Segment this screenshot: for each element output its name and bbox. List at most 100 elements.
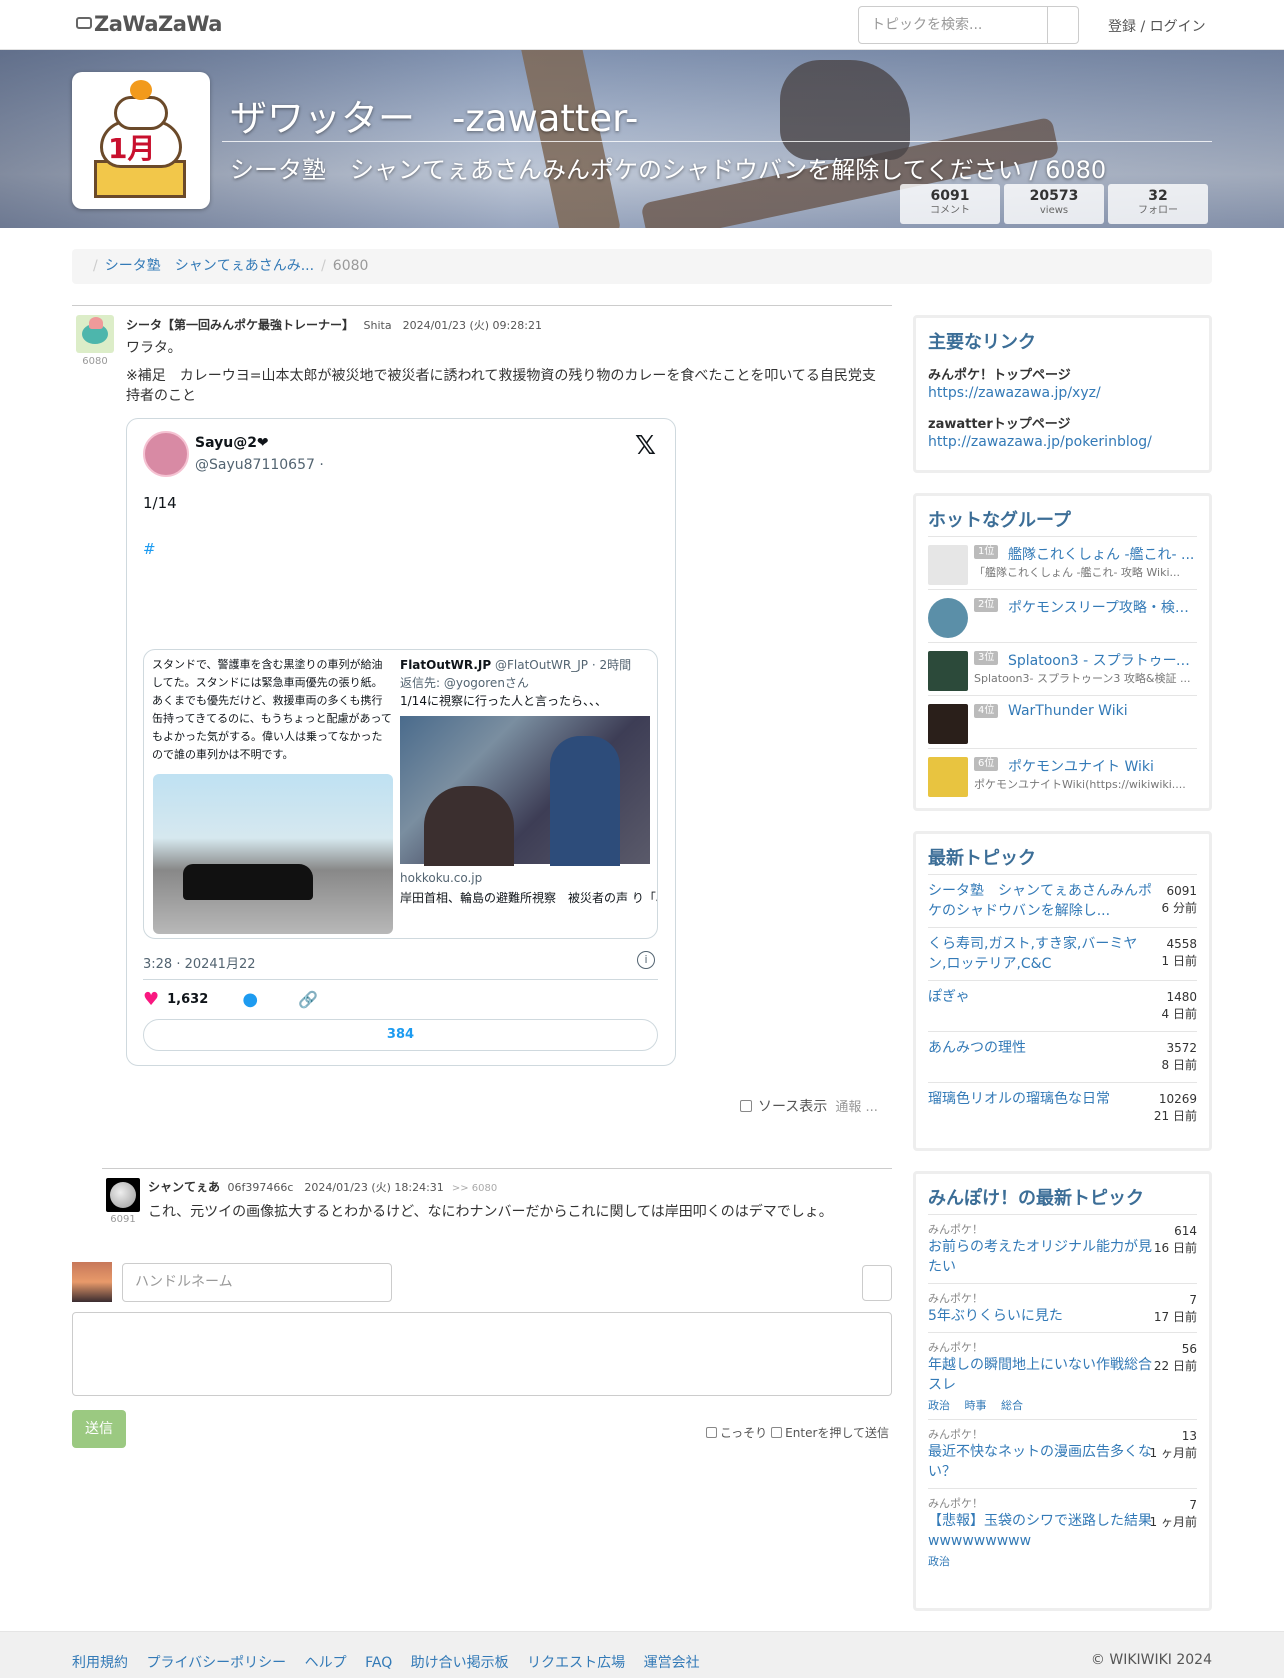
breadcrumb-topic[interactable]: シータ塾 シャンてぇあさんみ... — [105, 258, 314, 274]
search-input[interactable]: トピックを検索... — [858, 6, 1048, 44]
topic-item[interactable]: 瑠璃色リオルの瑠璃色な日常 10269 21 日前 — [928, 1082, 1197, 1133]
stat-value: 6091 — [930, 188, 970, 204]
topic-title[interactable]: ぽぎゃ — [928, 987, 1154, 1007]
enter-send-checkbox[interactable] — [771, 1427, 783, 1438]
form-avatar[interactable] — [72, 1262, 112, 1302]
tweet-hashtag[interactable]: # — [143, 537, 663, 561]
topic-title[interactable]: お前らの考えたオリジナル能力が見たい — [928, 1237, 1154, 1277]
embedded-tweet[interactable]: Sayu@2❤ @Sayu87110657 · 𝕏 1/14 # スタンドで、警… — [126, 418, 676, 1066]
reply-icon[interactable]: ● — [242, 989, 258, 1010]
send-button[interactable]: 送信 — [72, 1410, 126, 1448]
topic-item[interactable]: みんポケ！ 年越しの瞬間地上にいない作戦総合スレ 政治 時事 総合 56 22 日… — [928, 1332, 1197, 1419]
reply-author[interactable]: シャンてぇあ — [148, 1180, 220, 1194]
stealth-label[interactable]: こっそり — [720, 1426, 767, 1440]
stat-follow[interactable]: 32 フォロー — [1108, 184, 1208, 224]
comment-body: ワラタ。 ※補足 カレーウヨ=山本太郎が被災地で被災者に誘われて救援物資の残り物… — [126, 338, 886, 406]
group-name[interactable]: Splatoon3 - スプラトゥーン... — [1008, 650, 1200, 670]
topic-stats: 614 16 日前 — [1154, 1223, 1197, 1257]
comment-textarea[interactable] — [72, 1312, 892, 1396]
quote-left-text: スタンドで、警護車を含む黒塗りの車列が給油してた。スタンドには緊急車両優先の張り… — [152, 658, 392, 761]
stealth-checkbox[interactable] — [706, 1427, 717, 1438]
topic-item[interactable]: みんポケ！ 最近不快なネットの漫画広告多くない？ 13 1 ヶ月前 — [928, 1419, 1197, 1488]
footer-link-help[interactable]: ヘルプ — [305, 1655, 347, 1671]
topic-time: 16 日前 — [1153, 1241, 1197, 1255]
group-item[interactable]: 3位 Splatoon3 - スプラトゥーン... Splatoon3- スプラトゥ… — [928, 642, 1200, 695]
topic-tags[interactable]: 政治 時事 総合 — [928, 1397, 1197, 1413]
group-item[interactable]: 4位 WarThunder Wiki — [928, 695, 1197, 748]
comment-line: ワラタ。 — [126, 340, 182, 356]
group-item[interactable]: 6位 ポケモンユナイト Wiki ポケモンユナイトWiki(https://wiki… — [928, 748, 1197, 801]
group-avatar[interactable]: 1月 — [72, 72, 210, 209]
footer-link-terms[interactable]: 利用規約 — [72, 1655, 128, 1671]
topic-item[interactable]: ぽぎゃ 1480 4 日前 — [928, 980, 1197, 1031]
footer-link-request[interactable]: リクエスト広場 — [527, 1655, 625, 1671]
group-name[interactable]: ポケモンユナイト Wiki — [1008, 756, 1200, 776]
topic-item[interactable]: くら寿司,ガスト,すき家,バーミヤン,ロッテリア,C&C 4558 1 日前 — [928, 927, 1197, 980]
tweet-author-name[interactable]: Sayu@2❤ — [195, 435, 269, 451]
handle-name-input[interactable]: ハンドルネーム — [122, 1263, 392, 1302]
comment-count: 13 — [1181, 1429, 1197, 1443]
topic-stats: 13 1 ヶ月前 — [1150, 1428, 1197, 1462]
footer-link-faq[interactable]: FAQ — [365, 1655, 392, 1671]
topic-title[interactable]: 【悲報】玉袋のシワで迷路した結果wwwwwwwww — [928, 1511, 1154, 1551]
heart-icon[interactable]: ♥ — [143, 989, 159, 1010]
site-logo[interactable]: ZaWaZaWa — [76, 12, 222, 36]
rank-badge: 1位 — [974, 545, 999, 559]
topic-item[interactable]: みんポケ！ 【悲報】玉袋のシワで迷路した結果wwwwwwwww 政治 7 1 ヶ月… — [928, 1488, 1197, 1575]
footer-link-privacy[interactable]: プライバシーポリシー — [146, 1655, 286, 1671]
group-item[interactable]: 1位 艦隊これくしょん -艦これ- ... 「艦隊これくしょん -艦これ- 攻略 W… — [928, 536, 1197, 589]
comment-count: 7 — [1189, 1293, 1197, 1307]
stat-label: コメント — [930, 205, 970, 216]
footer-link-board[interactable]: 助け合い掲示板 — [411, 1655, 509, 1671]
topic-title[interactable]: シータ塾 シャンてぇあさんみんポケのシャドウバンを解除し... — [928, 881, 1154, 921]
source-label[interactable]: ソース表示 — [758, 1099, 827, 1115]
topic-item[interactable]: あんみつの理性 3572 8 日前 — [928, 1031, 1197, 1082]
rank-badge: 3位 — [974, 651, 999, 665]
tweet-line: 1/14 — [143, 494, 177, 512]
group-icon — [928, 651, 968, 691]
source-checkbox[interactable] — [740, 1100, 752, 1112]
topic-title[interactable]: 瑠璃色リオルの瑠璃色な日常 — [928, 1089, 1154, 1109]
group-name[interactable]: WarThunder Wiki — [1008, 703, 1200, 719]
topic-item[interactable]: みんポケ！ 5年ぶりくらいに見た 7 17 日前 — [928, 1283, 1197, 1332]
tweet-avatar[interactable] — [143, 431, 189, 477]
search-button[interactable] — [1047, 6, 1079, 44]
group-name[interactable]: ポケモンスリープ攻略・検証... — [1008, 597, 1200, 617]
comment-number[interactable]: 6080 — [72, 356, 118, 367]
tweet-handle[interactable]: @Sayu87110657 · — [195, 457, 324, 473]
link-url[interactable]: http://zawazawa.jp/pokerinblog/ — [928, 432, 1197, 452]
like-count[interactable]: 1,632 — [167, 992, 208, 1007]
report-link[interactable]: 通報 ... — [835, 1100, 878, 1115]
avatar[interactable] — [76, 315, 114, 353]
x-logo-icon[interactable]: 𝕏 — [635, 431, 656, 461]
comment-author[interactable]: シータ【第一回みんポケ最強トレーナー】 — [126, 318, 354, 332]
topic-title[interactable]: くら寿司,ガスト,すき家,バーミヤン,ロッテリア,C&C — [928, 934, 1154, 974]
topic-title[interactable]: 年越しの瞬間地上にいない作戦総合スレ — [928, 1355, 1154, 1395]
quote-handle: @FlatOutWR_JP · 2時間 — [494, 658, 632, 672]
tweet-date[interactable]: 3:28 · 20241月22 — [143, 953, 256, 972]
topic-item[interactable]: みんポケ！ お前らの考えたオリジナル能力が見たい 614 16 日前 — [928, 1214, 1197, 1283]
group-title[interactable]: ザワッター -zawatter- — [230, 88, 638, 142]
form-settings-icon[interactable] — [862, 1265, 892, 1301]
group-icon — [928, 704, 968, 744]
enter-send-label[interactable]: Enterを押して送信 — [785, 1426, 889, 1440]
reply-anchor[interactable]: >> 6080 — [452, 1183, 497, 1194]
person — [550, 736, 620, 866]
avatar[interactable] — [106, 1178, 140, 1212]
info-icon[interactable]: i — [637, 951, 655, 969]
topic-tags[interactable]: 政治 — [928, 1553, 1197, 1569]
group-name[interactable]: 艦隊これくしょん -艦これ- ... — [1008, 544, 1200, 564]
link-icon[interactable]: 🔗 — [298, 990, 318, 1009]
footer-link-company[interactable]: 運営会社 — [644, 1655, 700, 1671]
topic-title[interactable]: あんみつの理性 — [928, 1038, 1154, 1058]
comment-number[interactable]: 6091 — [102, 1214, 144, 1225]
link-url[interactable]: https://zawazawa.jp/xyz/ — [928, 383, 1197, 403]
group-item[interactable]: 2位 ポケモンスリープ攻略・検証... — [928, 589, 1200, 642]
login-link[interactable]: 登録 / ログイン — [1108, 16, 1206, 36]
quoted-tweet-image[interactable]: スタンドで、警護車を含む黒塗りの車列が給油してた。スタンドには緊急車両優先の張り… — [143, 649, 658, 939]
topic-title[interactable]: 5年ぶりくらいに見た — [928, 1306, 1154, 1326]
link-domain: hokkoku.co.jp — [400, 871, 483, 885]
topic-title[interactable]: 最近不快なネットの漫画広告多くない？ — [928, 1442, 1154, 1482]
read-replies-button[interactable]: 384 — [143, 1019, 658, 1051]
topic-item[interactable]: シータ塾 シャンてぇあさんみんポケのシャドウバンを解除し... 6091 6 分… — [928, 874, 1197, 927]
